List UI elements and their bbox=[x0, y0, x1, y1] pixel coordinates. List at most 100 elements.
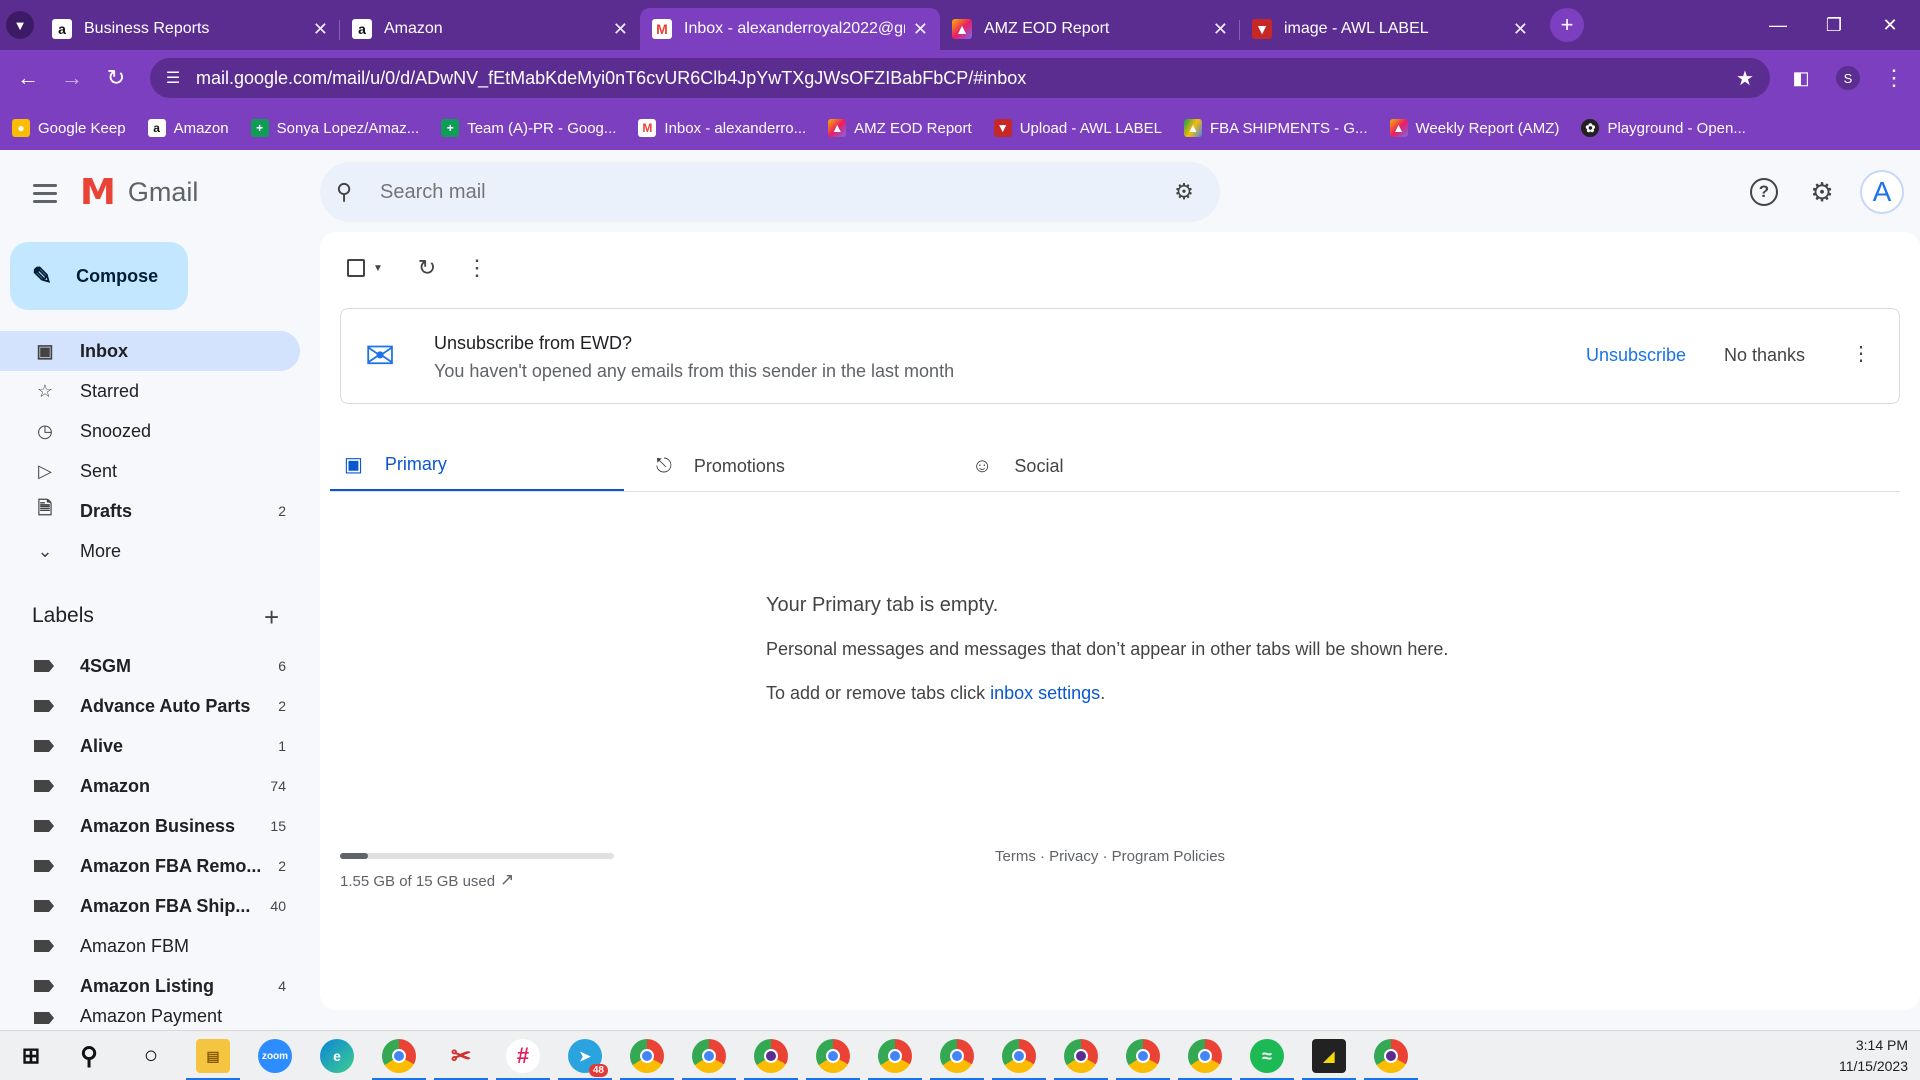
label-item[interactable]: Advance Auto Parts 2 bbox=[0, 686, 300, 726]
add-label-button[interactable]: + bbox=[264, 602, 279, 633]
sticky-notes-icon[interactable]: ◢ bbox=[1302, 1039, 1356, 1080]
more-vert-icon[interactable]: ⋮ bbox=[1851, 341, 1871, 366]
new-tab-button[interactable]: + bbox=[1550, 8, 1584, 42]
back-button[interactable]: ← bbox=[12, 62, 44, 94]
label-item[interactable]: Amazon Listing 4 bbox=[0, 966, 300, 1006]
bookmark[interactable]: ▲ Weekly Report (AMZ) bbox=[1389, 119, 1559, 137]
close-icon[interactable]: ✕ bbox=[913, 19, 928, 40]
nav-item-starred[interactable]: ☆ Starred bbox=[0, 371, 300, 411]
search-icon[interactable]: ⚲ bbox=[336, 179, 372, 205]
chrome-icon[interactable] bbox=[1116, 1039, 1170, 1080]
bookmark[interactable]: ▲ AMZ EOD Report bbox=[828, 119, 972, 137]
browser-tab[interactable]: a Amazon ✕ bbox=[340, 8, 640, 50]
minimize-button[interactable]: — bbox=[1750, 0, 1806, 50]
bookmark[interactable]: a Amazon bbox=[147, 119, 229, 137]
label-item[interactable]: Amazon FBA Ship... 40 bbox=[0, 886, 300, 926]
window-close-button[interactable]: ✕ bbox=[1862, 0, 1918, 50]
label-item[interactable]: Alive 1 bbox=[0, 726, 300, 766]
bookmark[interactable]: + Sonya Lopez/Amaz... bbox=[250, 119, 419, 137]
nav-label: Snoozed bbox=[80, 420, 152, 441]
telegram-icon[interactable]: ➤ 48 bbox=[558, 1039, 612, 1080]
chrome-icon[interactable] bbox=[930, 1039, 984, 1080]
chrome-icon[interactable] bbox=[744, 1039, 798, 1080]
file-explorer-icon[interactable]: ▤ bbox=[186, 1039, 240, 1080]
amazon-icon: a bbox=[352, 19, 372, 39]
account-avatar[interactable]: A bbox=[1860, 170, 1904, 214]
spotify-icon[interactable]: ≈ bbox=[1240, 1039, 1294, 1080]
labels-heading: Labels bbox=[32, 604, 94, 627]
label-item[interactable]: Amazon FBA Remo... 2 bbox=[0, 846, 300, 886]
chrome-icon[interactable] bbox=[620, 1039, 674, 1080]
bookmark[interactable]: ● Google Keep bbox=[12, 119, 126, 137]
system-clock[interactable]: 3:14 PM 11/15/2023 bbox=[1839, 1035, 1908, 1077]
address-bar[interactable]: ☰ mail.google.com/mail/u/0/d/ADwNV_fEtMa… bbox=[150, 58, 1770, 98]
refresh-icon[interactable]: ↻ bbox=[412, 250, 442, 286]
close-icon[interactable]: ✕ bbox=[1513, 19, 1528, 40]
chrome-icon[interactable] bbox=[372, 1039, 426, 1080]
search-options-icon[interactable]: ⚙ bbox=[1164, 179, 1204, 205]
chrome-icon[interactable] bbox=[868, 1039, 922, 1080]
search-icon[interactable]: ⚲ bbox=[72, 1039, 106, 1073]
nav-item-drafts[interactable]: 🗎 Drafts 2 bbox=[0, 491, 300, 531]
label-item[interactable]: Amazon 74 bbox=[0, 766, 300, 806]
slack-icon[interactable]: # bbox=[496, 1039, 550, 1080]
nav-item-snoozed[interactable]: ◷ Snoozed bbox=[0, 411, 300, 451]
chrome-icon[interactable] bbox=[1364, 1039, 1418, 1080]
footer-links[interactable]: Terms · Privacy · Program Policies bbox=[995, 848, 1225, 865]
browser-tab-active[interactable]: M Inbox - alexanderroyal2022@gr ✕ bbox=[640, 8, 940, 50]
nav-item-inbox[interactable]: ▣ Inbox bbox=[0, 331, 300, 371]
bookmark[interactable]: ▼ Upload - AWL LABEL bbox=[993, 119, 1162, 137]
site-info-icon[interactable]: ☰ bbox=[150, 68, 196, 88]
close-icon[interactable]: ✕ bbox=[1213, 19, 1228, 40]
zoom-icon[interactable]: zoom bbox=[258, 1039, 292, 1073]
label-item[interactable]: 4SGM 6 bbox=[0, 646, 300, 686]
snipping-tool-icon[interactable]: ✂ bbox=[434, 1039, 488, 1080]
chrome-icon[interactable] bbox=[1178, 1039, 1232, 1080]
windows-start-icon[interactable]: ⊞ bbox=[14, 1039, 48, 1073]
edge-icon[interactable]: e bbox=[320, 1039, 354, 1073]
inbox-settings-link[interactable]: inbox settings bbox=[990, 683, 1100, 703]
open-in-new-icon[interactable]: ↗ bbox=[500, 870, 514, 890]
browser-tab[interactable]: a Business Reports ✕ bbox=[40, 8, 340, 50]
chrome-icon[interactable] bbox=[806, 1039, 860, 1080]
select-all-checkbox[interactable]: ▼ bbox=[340, 250, 390, 286]
task-view-icon[interactable]: ○ bbox=[134, 1039, 168, 1073]
profile-button[interactable]: S bbox=[1832, 62, 1864, 94]
browser-tab[interactable]: ▼ image - AWL LABEL ✕ bbox=[1240, 8, 1540, 50]
settings-gear-icon[interactable]: ⚙ bbox=[1804, 174, 1840, 210]
more-vert-icon[interactable]: ⋮ bbox=[462, 250, 492, 286]
gmail-logo[interactable]: M Gmail bbox=[80, 172, 198, 213]
side-panel-icon[interactable]: ◧ bbox=[1785, 62, 1817, 94]
close-icon[interactable]: ✕ bbox=[613, 19, 628, 40]
reload-button[interactable]: ↻ bbox=[100, 62, 132, 94]
restore-button[interactable]: ❐ bbox=[1806, 0, 1862, 50]
label-item[interactable]: Amazon Payment bbox=[0, 1006, 300, 1030]
tab-promotions[interactable]: ⎋ Promotions bbox=[656, 440, 785, 492]
chrome-icon[interactable] bbox=[1054, 1039, 1108, 1080]
no-thanks-button[interactable]: No thanks bbox=[1724, 345, 1805, 366]
label-item[interactable]: Amazon Business 15 bbox=[0, 806, 300, 846]
chrome-icon[interactable] bbox=[992, 1039, 1046, 1080]
tab-primary[interactable]: ▣ Primary bbox=[330, 440, 624, 492]
bookmark[interactable]: + Team (A)-PR - Goog... bbox=[441, 119, 616, 137]
unsubscribe-button[interactable]: Unsubscribe bbox=[1586, 345, 1686, 366]
search-input[interactable] bbox=[380, 180, 1164, 204]
nav-item-sent[interactable]: ▷ Sent bbox=[0, 451, 300, 491]
chrome-menu-icon[interactable]: ⋮ bbox=[1878, 62, 1910, 94]
main-menu-button[interactable] bbox=[28, 176, 62, 210]
label-item[interactable]: Amazon FBM bbox=[0, 926, 300, 966]
bookmark-star-icon[interactable]: ★ bbox=[1720, 66, 1770, 91]
bookmark[interactable]: ✿ Playground - Open... bbox=[1581, 119, 1746, 137]
close-icon[interactable]: ✕ bbox=[313, 19, 328, 40]
tab-social[interactable]: ☺ Social bbox=[972, 440, 1063, 492]
help-icon[interactable]: ? bbox=[1750, 178, 1778, 206]
browser-tab[interactable]: ▲ AMZ EOD Report ✕ bbox=[940, 8, 1240, 50]
chrome-icon[interactable] bbox=[682, 1039, 736, 1080]
compose-button[interactable]: ✎ Compose bbox=[10, 242, 188, 310]
nav-item-more[interactable]: ⌄ More bbox=[0, 531, 300, 571]
bookmark[interactable]: ▲ FBA SHIPMENTS - G... bbox=[1183, 119, 1368, 137]
bookmark[interactable]: M Inbox - alexanderro... bbox=[638, 119, 806, 137]
forward-button[interactable]: → bbox=[56, 62, 88, 94]
tab-search-button[interactable]: ▼ bbox=[0, 0, 40, 50]
url-text[interactable]: mail.google.com/mail/u/0/d/ADwNV_fEtMabK… bbox=[196, 68, 1720, 89]
